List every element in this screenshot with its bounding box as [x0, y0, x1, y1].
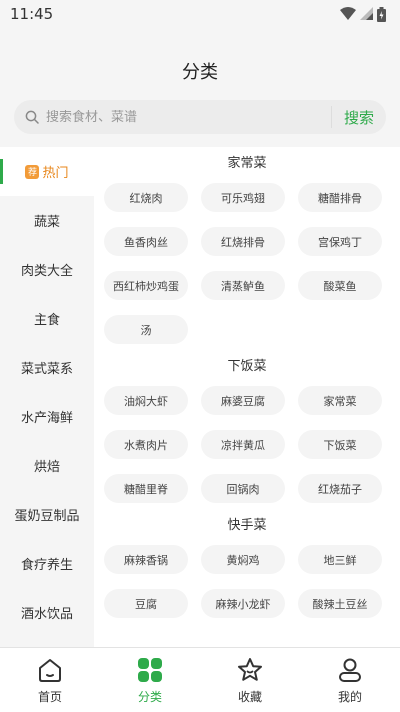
profile-icon [336, 656, 364, 684]
dish-grid: 红烧肉 可乐鸡翅 糖醋排骨 鱼香肉丝 红烧排骨 宫保鸡丁 西红柿炒鸡蛋 清蒸鲈鱼… [94, 183, 400, 344]
sidebar-item-meat[interactable]: 肉类大全 [0, 245, 94, 294]
page-title: 分类 [182, 62, 218, 83]
status-icons [340, 6, 386, 22]
sidebar-item-label: 烘焙 [33, 460, 60, 475]
dish-chip[interactable]: 红烧排骨 [201, 227, 285, 256]
sidebar-item-cuisine[interactable]: 菜式菜系 [0, 343, 94, 392]
sidebar-item-vegetables[interactable]: 蔬菜 [0, 196, 94, 245]
signal-icon [360, 7, 373, 20]
dish-chip[interactable]: 红烧肉 [104, 183, 188, 212]
sidebar-item-staple[interactable]: 主食 [0, 294, 94, 343]
dish-chip[interactable]: 豆腐 [104, 589, 188, 618]
sidebar-item-label: 蛋奶豆制品 [14, 509, 80, 524]
category-icon [136, 656, 164, 684]
home-icon [36, 656, 64, 684]
dish-grid: 麻辣香锅 黄焖鸡 地三鲜 豆腐 麻辣小龙虾 酸辣土豆丝 [94, 545, 400, 618]
sidebar-item-label: 肉类大全 [20, 264, 73, 279]
dish-chip[interactable]: 清蒸鲈鱼 [201, 271, 285, 300]
dish-chip[interactable]: 汤 [104, 315, 188, 344]
dish-chip[interactable]: 地三鲜 [298, 545, 382, 574]
tab-label: 收藏 [237, 690, 262, 704]
dish-chip[interactable]: 凉拌黄瓜 [201, 430, 285, 459]
sidebar-item-hot[interactable]: 荐 热门 [0, 147, 94, 196]
dish-chip[interactable]: 酸辣土豆丝 [298, 589, 382, 618]
sidebar-item-label: 酒水饮品 [20, 607, 73, 622]
section-home-cooking: 家常菜 红烧肉 可乐鸡翅 糖醋排骨 鱼香肉丝 红烧排骨 宫保鸡丁 西红柿炒鸡蛋 … [94, 153, 400, 344]
status-time: 11:45 [10, 5, 54, 23]
sidebar-item-label: 主食 [33, 313, 60, 328]
tab-profile[interactable]: 我的 [300, 648, 400, 712]
search-bar: 搜索 [14, 100, 386, 134]
search-button[interactable]: 搜索 [332, 107, 386, 128]
dish-grid: 油焖大虾 麻婆豆腐 家常菜 水煮肉片 凉拌黄瓜 下饭菜 糖醋里脊 回锅肉 红烧茄… [94, 386, 400, 503]
search-input[interactable] [46, 109, 331, 125]
sidebar-item-seafood[interactable]: 水产海鲜 [0, 392, 94, 441]
tab-favorites[interactable]: 收藏 [200, 648, 300, 712]
sidebar-item-dairy[interactable]: 蛋奶豆制品 [0, 490, 94, 539]
dish-chip[interactable]: 黄焖鸡 [201, 545, 285, 574]
tab-label: 首页 [37, 690, 62, 704]
section-quick-dishes: 快手菜 麻辣香锅 黄焖鸡 地三鲜 豆腐 麻辣小龙虾 酸辣土豆丝 [94, 515, 400, 618]
dish-chip[interactable]: 水煮肉片 [104, 430, 188, 459]
tab-home[interactable]: 首页 [0, 648, 100, 712]
dish-chip[interactable]: 家常菜 [298, 386, 382, 415]
sidebar-item-label: 食疗养生 [20, 558, 73, 573]
tab-label: 分类 [137, 690, 162, 704]
dish-chip[interactable]: 油焖大虾 [104, 386, 188, 415]
tab-label: 我的 [337, 690, 362, 704]
tab-category[interactable]: 分类 [100, 648, 200, 712]
status-bar: 11:45 [0, 0, 400, 28]
dish-chip[interactable]: 糖醋排骨 [298, 183, 382, 212]
sidebar-item-label: 蔬菜 [33, 215, 60, 230]
sidebar-item-health[interactable]: 食疗养生 [0, 539, 94, 588]
sidebar-item-label: 水产海鲜 [20, 411, 73, 426]
dish-chip[interactable]: 麻婆豆腐 [201, 386, 285, 415]
section-title: 家常菜 [227, 156, 267, 171]
hot-badge: 荐 [25, 164, 40, 179]
star-icon [236, 656, 264, 684]
dish-chip[interactable]: 可乐鸡翅 [201, 183, 285, 212]
sidebar-item-baking[interactable]: 烘焙 [0, 441, 94, 490]
dish-chip[interactable]: 宫保鸡丁 [298, 227, 382, 256]
dish-chip[interactable]: 酸菜鱼 [298, 271, 382, 300]
section-title: 快手菜 [227, 518, 267, 533]
bottom-tab-bar: 首页 分类 收藏 我的 [0, 647, 400, 712]
wifi-icon [340, 7, 356, 20]
dish-chip[interactable]: 糖醋里脊 [104, 474, 188, 503]
dish-chip[interactable]: 西红柿炒鸡蛋 [104, 271, 188, 300]
search-icon [24, 109, 40, 125]
dish-chip[interactable]: 麻辣香锅 [104, 545, 188, 574]
dish-chip[interactable]: 回锅肉 [201, 474, 285, 503]
dish-chip[interactable]: 下饭菜 [298, 430, 382, 459]
section-title: 下饭菜 [227, 359, 267, 374]
section-rice-dishes: 下饭菜 油焖大虾 麻婆豆腐 家常菜 水煮肉片 凉拌黄瓜 下饭菜 糖醋里脊 回锅肉… [94, 356, 400, 503]
sidebar-item-label: 菜式菜系 [20, 362, 73, 377]
dish-chip[interactable]: 麻辣小龙虾 [201, 589, 285, 618]
dish-chip[interactable]: 红烧茄子 [298, 474, 382, 503]
sidebar-item-label: 热门 [42, 166, 69, 181]
category-sidebar: 荐 热门 蔬菜 肉类大全 主食 菜式菜系 水产海鲜 烘焙 蛋奶豆制品 食疗养生 … [0, 147, 94, 647]
battery-icon [377, 6, 386, 22]
sidebar-item-drinks[interactable]: 酒水饮品 [0, 588, 94, 637]
dish-chip[interactable]: 鱼香肉丝 [104, 227, 188, 256]
category-content: 家常菜 红烧肉 可乐鸡翅 糖醋排骨 鱼香肉丝 红烧排骨 宫保鸡丁 西红柿炒鸡蛋 … [94, 147, 400, 647]
